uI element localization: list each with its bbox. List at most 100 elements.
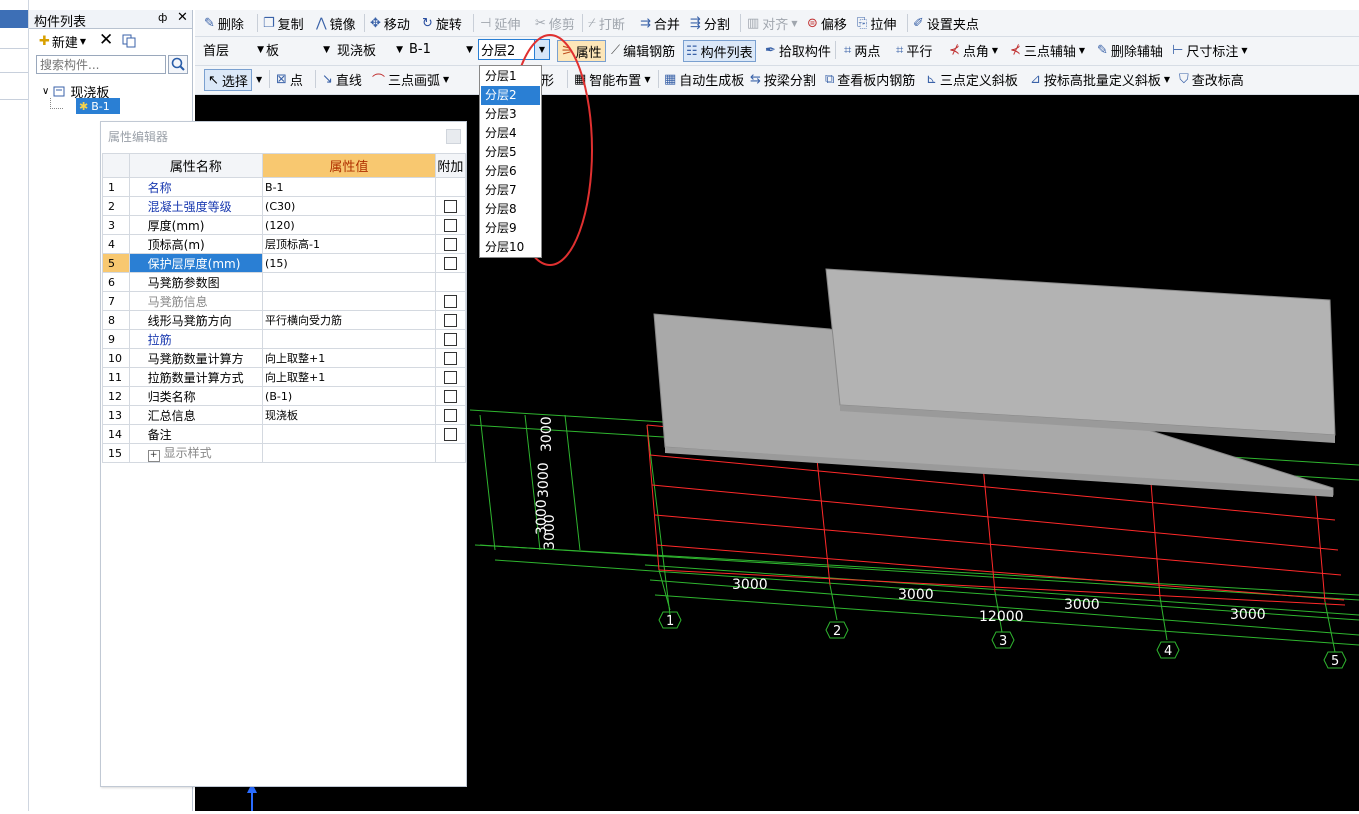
close-button[interactable] (446, 129, 461, 144)
new-component-button[interactable]: ✚ 新建 ▼ (39, 31, 86, 51)
floor-select[interactable]: 首层 ▼ (203, 40, 266, 59)
smart-place-button[interactable]: ▦ 智能布置 ▼ (574, 69, 650, 89)
search-input[interactable] (36, 55, 166, 74)
point-button[interactable]: ⊠ 点 (276, 69, 303, 89)
property-value[interactable]: 现浇板 (262, 405, 436, 425)
split-button[interactable]: ⇶ 分割 (690, 13, 730, 33)
extra-checkbox[interactable] (443, 333, 457, 346)
extra-checkbox[interactable] (443, 409, 457, 422)
type-select[interactable]: 现浇板 ▼ (337, 40, 405, 59)
category-select[interactable]: 板 ▼ (266, 40, 332, 59)
property-value[interactable] (262, 329, 436, 349)
expand-plus-icon[interactable]: + (147, 450, 160, 462)
extra-checkbox[interactable] (443, 371, 457, 384)
extra-checkbox[interactable] (443, 238, 457, 251)
table-row[interactable]: 13 汇总信息 现浇板 (102, 405, 467, 425)
parallel-button[interactable]: ⌗ 平行 (896, 40, 932, 60)
table-row[interactable]: 7 马凳筋信息 (102, 291, 467, 311)
two-points-button[interactable]: ⌗ 两点 (844, 40, 880, 60)
extra-checkbox[interactable] (443, 200, 457, 213)
table-row[interactable]: 9 拉筋 (102, 329, 467, 349)
extend-button[interactable]: ⊣ 延伸 (480, 13, 520, 33)
rotate-button[interactable]: ↻ 旋转 (422, 13, 462, 33)
table-row[interactable]: 2 混凝土强度等级 (C30) (102, 196, 467, 216)
view-rebar-button[interactable]: ⧉ 查看板内钢筋 (825, 69, 915, 89)
component-list-button[interactable]: ☷ 构件列表 (683, 40, 756, 62)
dropdown-option[interactable]: 分层4 (481, 124, 540, 143)
dropdown-option[interactable]: 分层6 (481, 162, 540, 181)
component-select[interactable]: B-1 ▼ (409, 40, 475, 59)
sublayer-select[interactable]: 分层2 ▼ (478, 39, 550, 60)
extra-checkbox[interactable] (443, 257, 457, 270)
property-value[interactable]: (C30) (262, 196, 436, 216)
break-button[interactable]: ⌿ 打断 (588, 13, 625, 33)
three-point-axis-button[interactable]: ⊀ 三点辅轴 ▼ (1010, 40, 1085, 60)
tree-item-b1[interactable]: ✱ B-1 (76, 98, 120, 114)
property-value[interactable]: 层顶标高-1 (262, 234, 436, 254)
dropdown-option[interactable]: 分层1 (481, 67, 540, 86)
table-row[interactable]: 11 拉筋数量计算方式 向上取整+1 (102, 367, 467, 387)
dropdown-option[interactable]: 分层8 (481, 200, 540, 219)
table-row[interactable]: 6 马凳筋参数图 (102, 272, 467, 292)
table-row[interactable]: 15 + 显示样式 (102, 443, 467, 463)
extra-checkbox[interactable] (443, 390, 457, 403)
property-value[interactable]: 向上取整+1 (262, 367, 436, 387)
table-row[interactable]: 8 线形马凳筋方向 平行横向受力筋 (102, 310, 467, 330)
table-row[interactable]: 5 保护层厚度(mm) (15) (102, 253, 467, 273)
point-angle-button[interactable]: ⊀ 点角 ▼ (949, 40, 998, 60)
dropdown-option[interactable]: 分层5 (481, 143, 540, 162)
set-grip-button[interactable]: ✐ 设置夹点 (913, 13, 979, 33)
line-button[interactable]: ↘ 直线 (322, 69, 362, 89)
trim-button[interactable]: ✂ 修剪 (535, 13, 575, 33)
pin-icon[interactable]: ф (158, 11, 167, 24)
dropdown-option[interactable]: 分层7 (481, 181, 540, 200)
edit-rebar-button[interactable]: ⟋ 编辑钢筋 (611, 40, 675, 60)
property-value[interactable] (262, 272, 436, 292)
stretch-button[interactable]: ⎘ 拉伸 (857, 13, 896, 33)
property-value[interactable]: 平行横向受力筋 (262, 310, 436, 330)
property-value[interactable] (262, 424, 436, 444)
extra-checkbox[interactable] (443, 352, 457, 365)
delete-axis-button[interactable]: ✎ 删除辅轴 (1097, 40, 1163, 60)
extra-checkbox[interactable] (443, 219, 457, 232)
auto-slab-button[interactable]: ▦ 自动生成板 (664, 69, 744, 89)
batch-slope-button[interactable]: ⊿ 按标高批量定义斜板 ▼ (1030, 69, 1170, 89)
properties-button[interactable]: ⚞ 属性 (557, 40, 606, 62)
extra-checkbox[interactable] (443, 314, 457, 327)
property-value[interactable]: 向上取整+1 (262, 348, 436, 368)
edit-elevation-button[interactable]: ⛉ 查改标高 (1179, 69, 1244, 89)
extra-checkbox[interactable] (443, 295, 457, 308)
dropdown-option[interactable]: 分层9 (481, 219, 540, 238)
offset-button[interactable]: ⊜ 偏移 (807, 13, 847, 33)
property-value[interactable]: (B-1) (262, 386, 436, 406)
table-row[interactable]: 12 归类名称 (B-1) (102, 386, 467, 406)
three-point-slope-button[interactable]: ⊾ 三点定义斜板 (926, 69, 1018, 89)
move-button[interactable]: ✥ 移动 (370, 13, 410, 33)
table-row[interactable]: 14 备注 (102, 424, 467, 444)
copy-button[interactable]: ❐ 复制 (263, 13, 304, 33)
align-button[interactable]: ▥ 对齐 ▼ (747, 13, 797, 33)
select-dropdown[interactable]: ▼ (256, 69, 262, 89)
table-row[interactable]: 1 名称 B-1 (102, 177, 467, 197)
extra-checkbox[interactable] (443, 428, 457, 441)
property-value[interactable] (262, 443, 436, 463)
search-button[interactable] (168, 55, 188, 74)
table-row[interactable]: 10 马凳筋数量计算方 向上取整+1 (102, 348, 467, 368)
copy-component-icon[interactable] (122, 31, 136, 51)
table-row[interactable]: 4 顶标高(m) 层顶标高-1 (102, 234, 467, 254)
property-value[interactable]: (15) (262, 253, 436, 273)
delete-button[interactable]: ✎ 删除 (204, 13, 244, 33)
mirror-button[interactable]: ⋀ 镜像 (316, 13, 356, 33)
merge-button[interactable]: ⇉ 合并 (640, 13, 680, 33)
three-point-arc-button[interactable]: ⌒ 三点画弧 ▼ (372, 69, 449, 89)
dimension-button[interactable]: ⊢ 尺寸标注 ▼ (1172, 40, 1248, 60)
property-value[interactable]: (120) (262, 215, 436, 235)
split-by-beam-button[interactable]: ⇆ 按梁分割 (750, 69, 816, 89)
dropdown-option[interactable]: 分层3 (481, 105, 540, 124)
table-row[interactable]: 3 厚度(mm) (120) (102, 215, 467, 235)
select-button[interactable]: ↖ 选择 (204, 69, 252, 91)
dropdown-option[interactable]: 分层10 (481, 238, 540, 257)
delete-component-icon[interactable]: ✕ (99, 30, 113, 50)
property-value[interactable]: B-1 (262, 177, 436, 197)
dropdown-option[interactable]: 分层2 (481, 86, 540, 105)
